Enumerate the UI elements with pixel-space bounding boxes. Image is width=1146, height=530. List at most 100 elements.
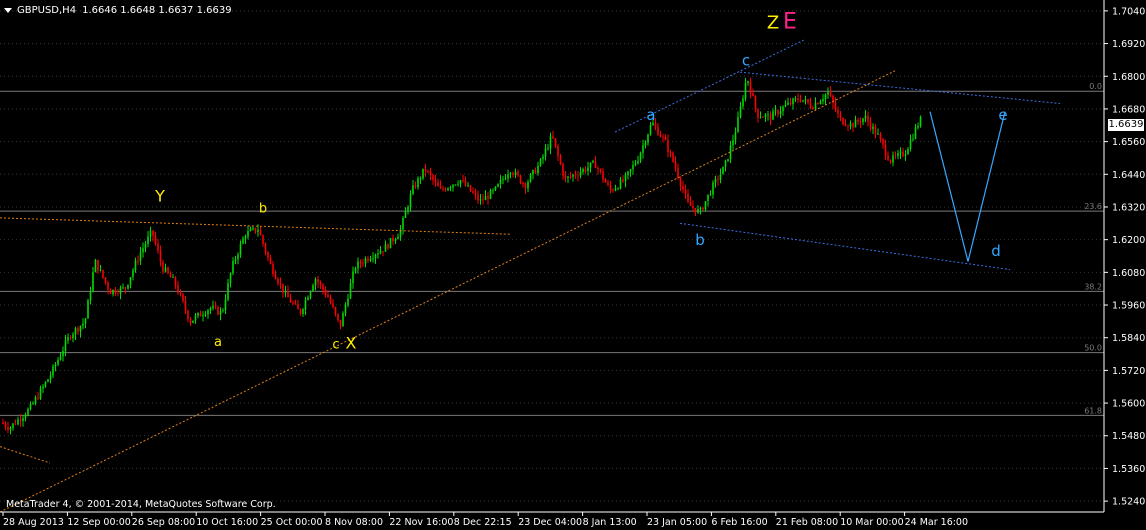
candle-body <box>472 191 474 193</box>
candle-body <box>474 192 477 195</box>
candle-body <box>369 258 372 261</box>
candle-body <box>542 156 544 160</box>
candle-body <box>662 136 664 138</box>
candle-body <box>259 229 262 236</box>
candle-body <box>627 171 629 176</box>
candle-body <box>809 102 812 108</box>
candle-body <box>289 297 292 303</box>
candle-body <box>372 258 374 259</box>
candle-body <box>682 185 684 190</box>
price-chart[interactable]: 0.023.638.250.061.8 Yba c XZ Eabcde 1.70401… <box>0 0 1146 530</box>
wave-label-E: E <box>783 10 797 35</box>
price-tick-label: 1.7040 <box>1112 6 1145 17</box>
candle-body <box>452 184 454 188</box>
candle-body <box>752 93 754 97</box>
price-tick-label: 1.5360 <box>1112 464 1145 475</box>
fib-level-label: 50.0 <box>1084 344 1102 353</box>
candle-body <box>227 283 229 300</box>
candle-body <box>882 138 884 145</box>
candle-body <box>709 194 712 196</box>
candle-body <box>304 299 307 310</box>
candle-body <box>667 139 669 153</box>
candle-body <box>894 155 897 157</box>
candle-body <box>99 269 102 271</box>
candle-body <box>739 106 742 118</box>
candle-body <box>147 236 149 244</box>
price-tick-label: 1.6320 <box>1112 202 1145 213</box>
candle-body <box>574 174 577 176</box>
candle-body <box>522 183 524 184</box>
candle-body <box>94 259 97 273</box>
candle-body <box>382 251 384 252</box>
candle-body <box>457 183 459 185</box>
candle-body <box>794 98 797 100</box>
candle-body <box>64 340 67 352</box>
candle-body <box>772 111 774 120</box>
candle-body <box>732 140 734 146</box>
candle-body <box>449 187 452 189</box>
candle-body <box>674 161 677 169</box>
candle-body <box>342 313 344 327</box>
candle-body <box>744 83 747 99</box>
candle-body <box>312 285 314 292</box>
candle-body <box>889 160 892 163</box>
candle-body <box>629 169 632 172</box>
candle-body <box>599 169 602 172</box>
candle-body <box>62 351 64 357</box>
wave-label-X: X <box>346 334 357 353</box>
candle-body <box>294 303 297 305</box>
wave-label-e: e <box>998 106 1007 124</box>
candle-body <box>307 297 309 300</box>
candle-body <box>499 180 502 184</box>
candle-body <box>469 185 472 192</box>
candle-body <box>22 418 24 421</box>
candle-body <box>309 291 312 298</box>
candle-body <box>529 174 532 182</box>
candle-body <box>637 160 639 164</box>
candle-body <box>194 315 197 321</box>
candle-body <box>207 310 209 315</box>
wave-label-b: b <box>259 201 267 216</box>
candle-body <box>724 161 727 167</box>
candle-body <box>39 388 42 399</box>
candle-body <box>679 177 682 186</box>
candle-body <box>539 159 542 166</box>
candle-body <box>792 98 794 105</box>
candle-body <box>89 291 92 301</box>
candle-body <box>112 289 114 295</box>
candle-body <box>339 319 342 327</box>
candle-body <box>202 315 204 317</box>
candle-body <box>422 168 424 179</box>
candle-body <box>72 334 74 339</box>
candle-body <box>904 154 907 156</box>
candle-body <box>834 102 837 110</box>
candle-body <box>82 323 84 326</box>
candle-body <box>634 163 637 165</box>
candle-body <box>769 114 772 120</box>
candle-body <box>242 238 244 244</box>
candle-body <box>622 179 624 182</box>
candle-body <box>527 181 529 189</box>
candle-body <box>49 375 52 380</box>
wave-label-a: a <box>214 335 222 350</box>
wave-label-Z: Z <box>767 13 779 34</box>
candle-body <box>204 314 207 316</box>
candle-body <box>367 258 369 261</box>
candle-body <box>324 289 327 296</box>
candle-body <box>19 419 22 421</box>
candle-body <box>559 155 562 165</box>
candle-body <box>17 419 19 425</box>
candle-body <box>57 359 59 365</box>
candle-body <box>814 103 817 110</box>
triangle-down-icon[interactable] <box>4 7 12 13</box>
candle-body <box>844 124 847 126</box>
candle-body <box>387 244 389 249</box>
candle-body <box>92 272 94 292</box>
candle-body <box>424 168 427 171</box>
candle-body <box>624 175 627 182</box>
candle-body <box>824 94 827 100</box>
candle-body <box>389 238 392 249</box>
candle-body <box>464 180 467 186</box>
candle-body <box>184 301 187 311</box>
candle-body <box>782 106 784 112</box>
